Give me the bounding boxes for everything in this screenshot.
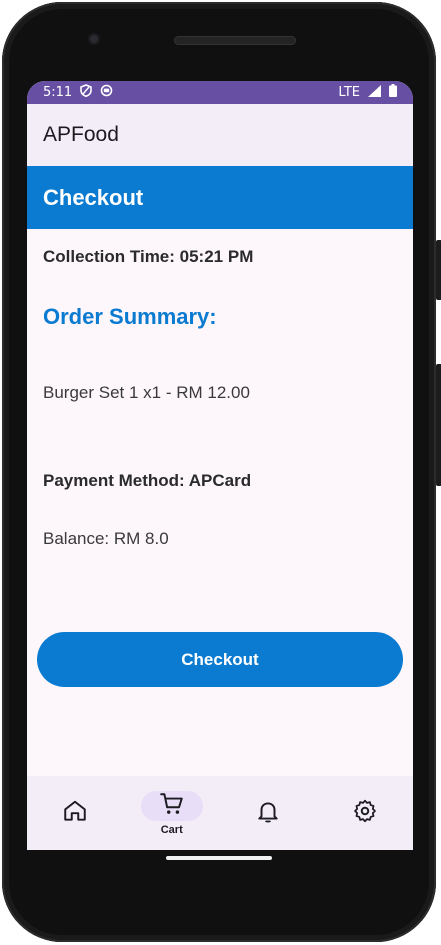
order-item: Burger Set 1 x1 - RM 12.00 [43,383,250,402]
status-bar: 5:11 LTE [27,81,413,104]
checkout-button[interactable]: Checkout [37,632,403,687]
gesture-handle[interactable] [166,856,272,860]
volume-button [436,364,441,486]
screen: 5:11 LTE APFood Checkout Collection Time… [27,81,413,850]
nav-home[interactable] [27,776,124,850]
app-title: APFood [43,123,119,146]
power-button [436,240,441,300]
bottom-navigation: Cart [27,776,413,850]
collection-time: Collection Time: 05:21 PM [43,247,254,266]
order-summary-heading: Order Summary: [43,304,217,329]
battery-icon [389,84,397,101]
status-time: 5:11 [43,85,73,100]
cart-icon [159,791,185,821]
front-camera [88,33,100,45]
sync-icon [100,84,113,101]
checkout-banner: Checkout [27,166,413,229]
page-title: Checkout [43,184,144,210]
nav-cart[interactable]: Cart [124,776,221,850]
nav-settings[interactable] [317,776,414,850]
gear-icon [352,798,378,828]
nav-notifications[interactable] [220,776,317,850]
nav-active-indicator [140,790,203,821]
earpiece-speaker [174,36,296,45]
bell-icon [255,798,281,828]
home-icon [62,798,88,828]
network-label: LTE [338,85,360,100]
balance: Balance: RM 8.0 [43,529,169,548]
phone-frame: 5:11 LTE APFood Checkout Collection Time… [2,2,441,942]
nav-cart-label: Cart [160,823,183,836]
payment-method: Payment Method: APCard [43,471,252,490]
shield-icon [80,84,93,101]
app-bar: APFood [27,104,413,166]
signal-icon [368,84,381,101]
